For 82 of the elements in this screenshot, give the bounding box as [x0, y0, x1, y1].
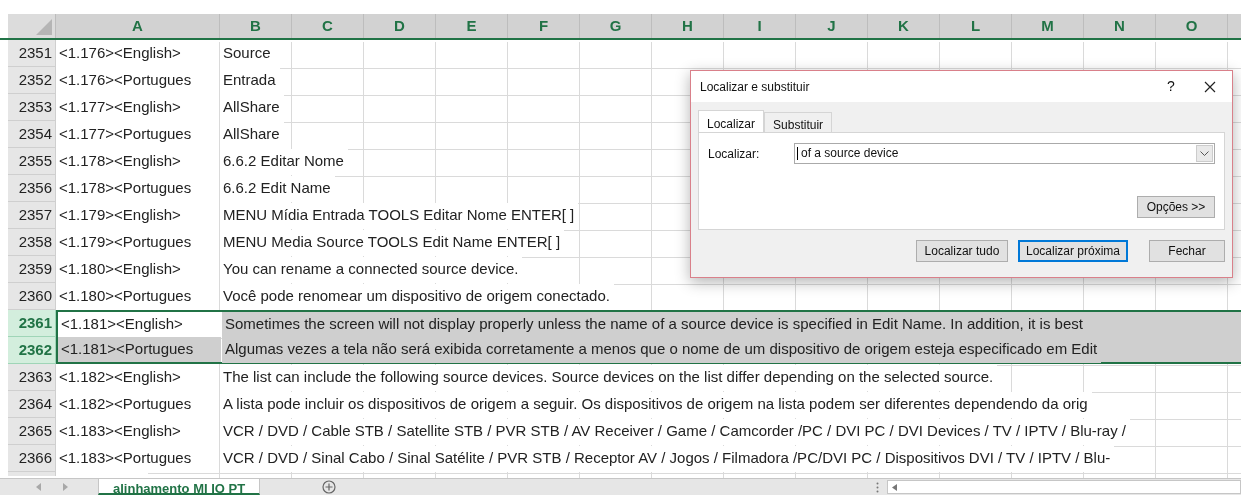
row-header[interactable]: 2353	[8, 94, 56, 121]
add-sheet-icon[interactable]	[322, 480, 337, 494]
row-header[interactable]: 2361	[8, 310, 56, 337]
table-cell-text: <1.183><English>	[59, 421, 181, 442]
column-header[interactable]: K	[868, 14, 940, 38]
row-header[interactable]: 2364	[8, 391, 56, 418]
table-cell-text: <1.178><English>	[59, 151, 181, 172]
dropdown-button[interactable]	[1196, 145, 1213, 162]
table-cell-text: <1.176><Portugues	[59, 70, 192, 91]
table-cell: A lista pode incluir os dispositivos de origem a seguir. Os dispositivos de origem na lista podem ser diferentes dependendo da orig	[220, 391, 1092, 418]
dialog-button[interactable]: Localizar tudo	[915, 240, 1008, 262]
column-header[interactable]: G	[580, 14, 652, 38]
column-header[interactable]: I	[724, 14, 796, 38]
column-header[interactable]: M	[1012, 14, 1084, 38]
row-header[interactable]: 2359	[8, 256, 56, 283]
table-cell-text: <1.178><Portugues	[59, 178, 192, 199]
dialog-title: Localizar e substituir	[700, 78, 811, 96]
row-header[interactable]: 2354	[8, 121, 56, 148]
table-cell-text: <1.181><Portugues	[61, 339, 194, 360]
close-icon	[1204, 80, 1216, 93]
active-cell[interactable]: <1.181><English>	[58, 312, 221, 337]
horizontal-scrollbar[interactable]	[887, 480, 1241, 494]
row-header[interactable]: 2358	[8, 229, 56, 256]
row-header[interactable]: 2360	[8, 283, 56, 310]
row-header[interactable]: 2366	[8, 445, 56, 472]
column-header[interactable]: C	[292, 14, 364, 38]
table-cell-text: <1.181><English>	[61, 314, 183, 335]
table-cell: 6.6.2 Edit Name	[220, 175, 335, 202]
row-header[interactable]: 2351	[8, 40, 56, 67]
table-cell-text: <1.183><Portugues	[59, 448, 192, 469]
dialog-button[interactable]: Localizar próxima	[1017, 240, 1128, 262]
scroll-left-icon[interactable]	[892, 483, 898, 491]
scroll-right-icon[interactable]	[62, 483, 68, 491]
table-cell-text: <1.179><English>	[59, 205, 181, 226]
table-cell: VCR / DVD / Cable STB / Satellite STB / PVR STB / AV Receiver / Game / Camcorder /PC / DVI PC / DVI Devices / TV / IPTV / Blu-ray /	[220, 418, 1131, 445]
table-cell-text: <1.177><Portugues	[59, 124, 192, 145]
table-cell-text: <1.180><English>	[59, 259, 181, 280]
help-button[interactable]: ?	[1156, 74, 1186, 99]
active-cell[interactable]: <1.181><Portugues	[58, 337, 221, 362]
column-header[interactable]: D	[364, 14, 436, 38]
table-cell-text: <1.177><English>	[59, 97, 181, 118]
row-header[interactable]: 2355	[8, 148, 56, 175]
row-header[interactable]: 2352	[8, 67, 56, 94]
table-cell: 6.6.2 Editar Nome	[220, 148, 348, 175]
column-header[interactable]: E	[436, 14, 508, 38]
column-header[interactable]: J	[796, 14, 868, 38]
table-cell-text: <1.176><English>	[59, 43, 181, 64]
column-header[interactable]: A	[56, 14, 220, 38]
row-header[interactable]: 2365	[8, 418, 56, 445]
chevron-down-icon	[1200, 151, 1209, 156]
table-cell: Você pode renomear um dispositivo de origem conectado.	[220, 283, 614, 310]
splitter-icon[interactable]	[876, 481, 880, 493]
column-header[interactable]: F	[508, 14, 580, 38]
table-cell-text: <1.182><Portugues	[59, 394, 192, 415]
column-header[interactable]: N	[1084, 14, 1156, 38]
table-cell: MENU Media Source TOOLS Edit Name ENTER[ ]	[220, 229, 565, 256]
field-label: Localizar:	[708, 145, 761, 163]
triangle-icon	[36, 19, 52, 35]
dialog-tab[interactable]: Substituir	[764, 112, 833, 133]
sheet-tab[interactable]: alinhamento MI IO PT	[98, 479, 261, 495]
scroll-left-icon[interactable]	[36, 483, 42, 491]
column-header[interactable]: O	[1156, 14, 1228, 38]
column-header[interactable]: L	[940, 14, 1012, 38]
table-cell-text: <1.180><Portugues	[59, 286, 192, 307]
row-header[interactable]: 2363	[8, 364, 56, 391]
table-cell: MENU Mídia Entrada TOOLS Editar Nome ENTER[ ]	[220, 202, 579, 229]
dialog-button[interactable]: Fechar	[1149, 240, 1225, 262]
column-header[interactable]: H	[652, 14, 724, 38]
table-cell: The list can include the following source devices. Source devices on the list differ depending on the selected source.	[220, 364, 998, 391]
column-header[interactable]	[1228, 14, 1241, 38]
row-header[interactable]: 2357	[8, 202, 56, 229]
table-cell-text: <1.182><English>	[59, 367, 181, 388]
table-cell: VCR / DVD / Sinal Cabo / Sinal Satélite / PVR STB / Receptor AV / Jogos / Filmadora /PC/DVI PC / Dispositivos DVI / TV / IPTV / Blu-	[220, 445, 1115, 472]
column-header[interactable]: B	[220, 14, 292, 38]
row-header[interactable]: 2356	[8, 175, 56, 202]
select-all-corner[interactable]	[8, 14, 56, 38]
table-cell-text: <1.179><Portugues	[59, 232, 192, 253]
dialog-tab[interactable]: Localizar	[698, 110, 765, 133]
table-cell: You can rename a connected source device.	[220, 256, 523, 283]
options-button[interactable]: Opções >>	[1137, 196, 1215, 218]
search-field[interactable]: of a source device	[794, 143, 1215, 164]
row-header[interactable]: 2362	[8, 337, 56, 364]
